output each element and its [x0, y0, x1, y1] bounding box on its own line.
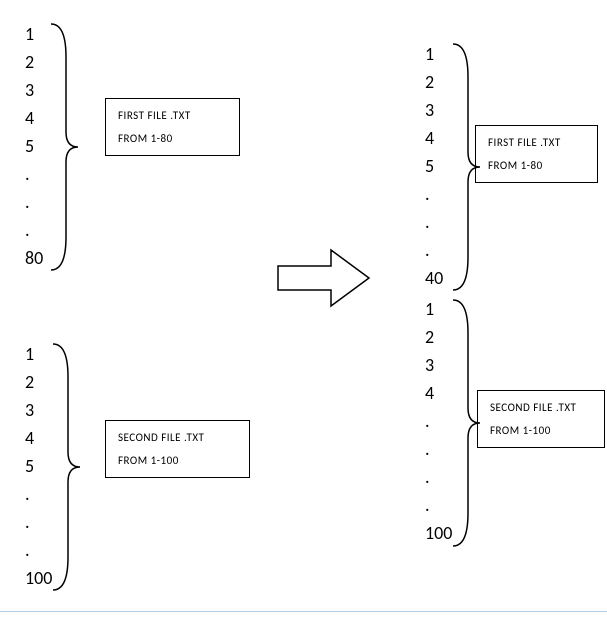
list-item: .: [425, 185, 443, 203]
list-item: 100: [425, 524, 452, 542]
list-item: 2: [425, 73, 443, 91]
number-list-right-first: 1 2 3 4 5 . . . 40: [425, 45, 443, 297]
box-title: FIRST FILE .TXT: [488, 136, 585, 149]
list-item: .: [25, 513, 52, 531]
box-title: FIRST FILE .TXT: [118, 109, 227, 122]
label-box-left-first: FIRST FILE .TXT FROM 1-80: [105, 98, 240, 156]
divider-line: [0, 611, 607, 612]
box-title: SECOND FILE .TXT: [118, 431, 237, 444]
box-subtitle: FROM 1-100: [490, 424, 592, 437]
list-item: .: [425, 241, 443, 259]
number-list-right-second: 1 2 3 4 . . . . 100: [425, 300, 452, 552]
list-item: 3: [25, 81, 43, 99]
list-item: 3: [425, 101, 443, 119]
list-item: .: [425, 468, 452, 486]
label-box-right-second: SECOND FILE .TXT FROM 1-100: [477, 390, 605, 448]
label-box-left-second: SECOND FILE .TXT FROM 1-100: [105, 420, 250, 478]
box-subtitle: FROM 1-80: [488, 159, 585, 172]
curly-brace-icon: [48, 22, 83, 272]
list-item: .: [25, 165, 43, 183]
list-item: .: [425, 412, 452, 430]
list-item: .: [425, 440, 452, 458]
list-item: 1: [425, 45, 443, 63]
label-box-right-first: FIRST FILE .TXT FROM 1-80: [475, 125, 598, 183]
list-item: 2: [25, 373, 52, 391]
list-item: 2: [425, 328, 452, 346]
list-item: 3: [25, 401, 52, 419]
curly-brace-icon: [50, 342, 85, 592]
arrow-right-icon: [276, 248, 371, 308]
list-item: .: [425, 496, 452, 514]
box-title: SECOND FILE .TXT: [490, 401, 592, 414]
box-subtitle: FROM 1-80: [118, 132, 227, 145]
list-item: 3: [425, 356, 452, 374]
list-item: .: [25, 541, 52, 559]
list-item: .: [425, 213, 443, 231]
list-item: .: [25, 485, 52, 503]
list-item: .: [25, 221, 43, 239]
list-item: 1: [25, 25, 43, 43]
list-item: .: [25, 193, 43, 211]
list-item: 5: [425, 157, 443, 175]
list-item: 5: [25, 457, 52, 475]
list-item: 4: [25, 429, 52, 447]
list-item: 2: [25, 53, 43, 71]
list-item: 1: [425, 300, 452, 318]
box-subtitle: FROM 1-100: [118, 454, 237, 467]
number-list-left-first: 1 2 3 4 5 . . . 80: [25, 25, 43, 277]
list-item: 4: [425, 384, 452, 402]
list-item: 100: [25, 569, 52, 587]
number-list-left-second: 1 2 3 4 5 . . . 100: [25, 345, 52, 597]
list-item: 4: [425, 129, 443, 147]
list-item: 1: [25, 345, 52, 363]
list-item: 4: [25, 109, 43, 127]
list-item: 80: [25, 249, 43, 267]
list-item: 5: [25, 137, 43, 155]
list-item: 40: [425, 269, 443, 287]
